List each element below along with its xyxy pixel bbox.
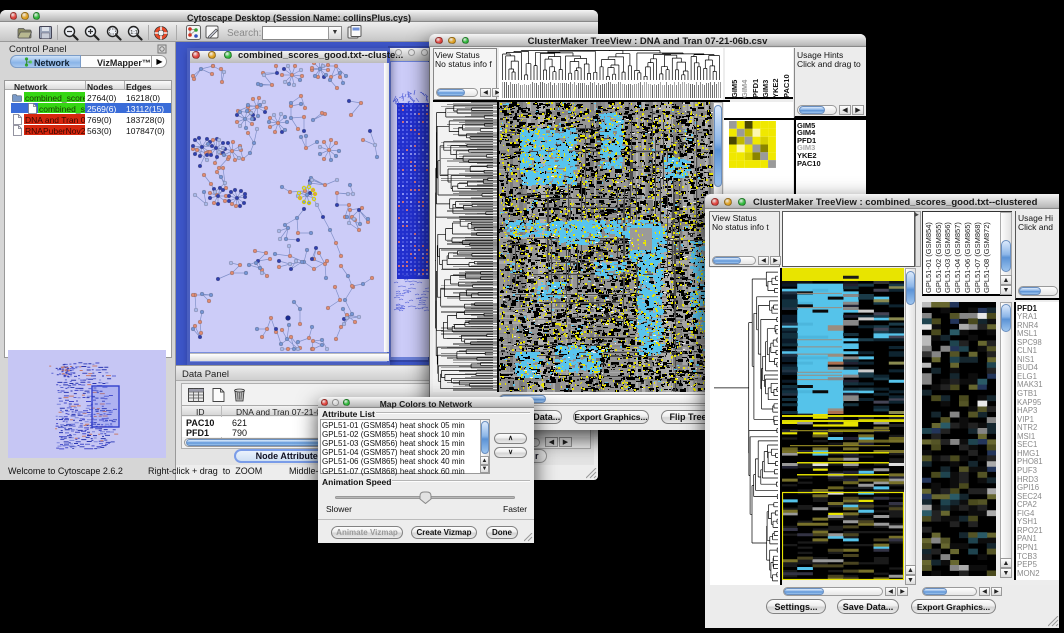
svg-text:1:1: 1:1 [130,30,138,36]
